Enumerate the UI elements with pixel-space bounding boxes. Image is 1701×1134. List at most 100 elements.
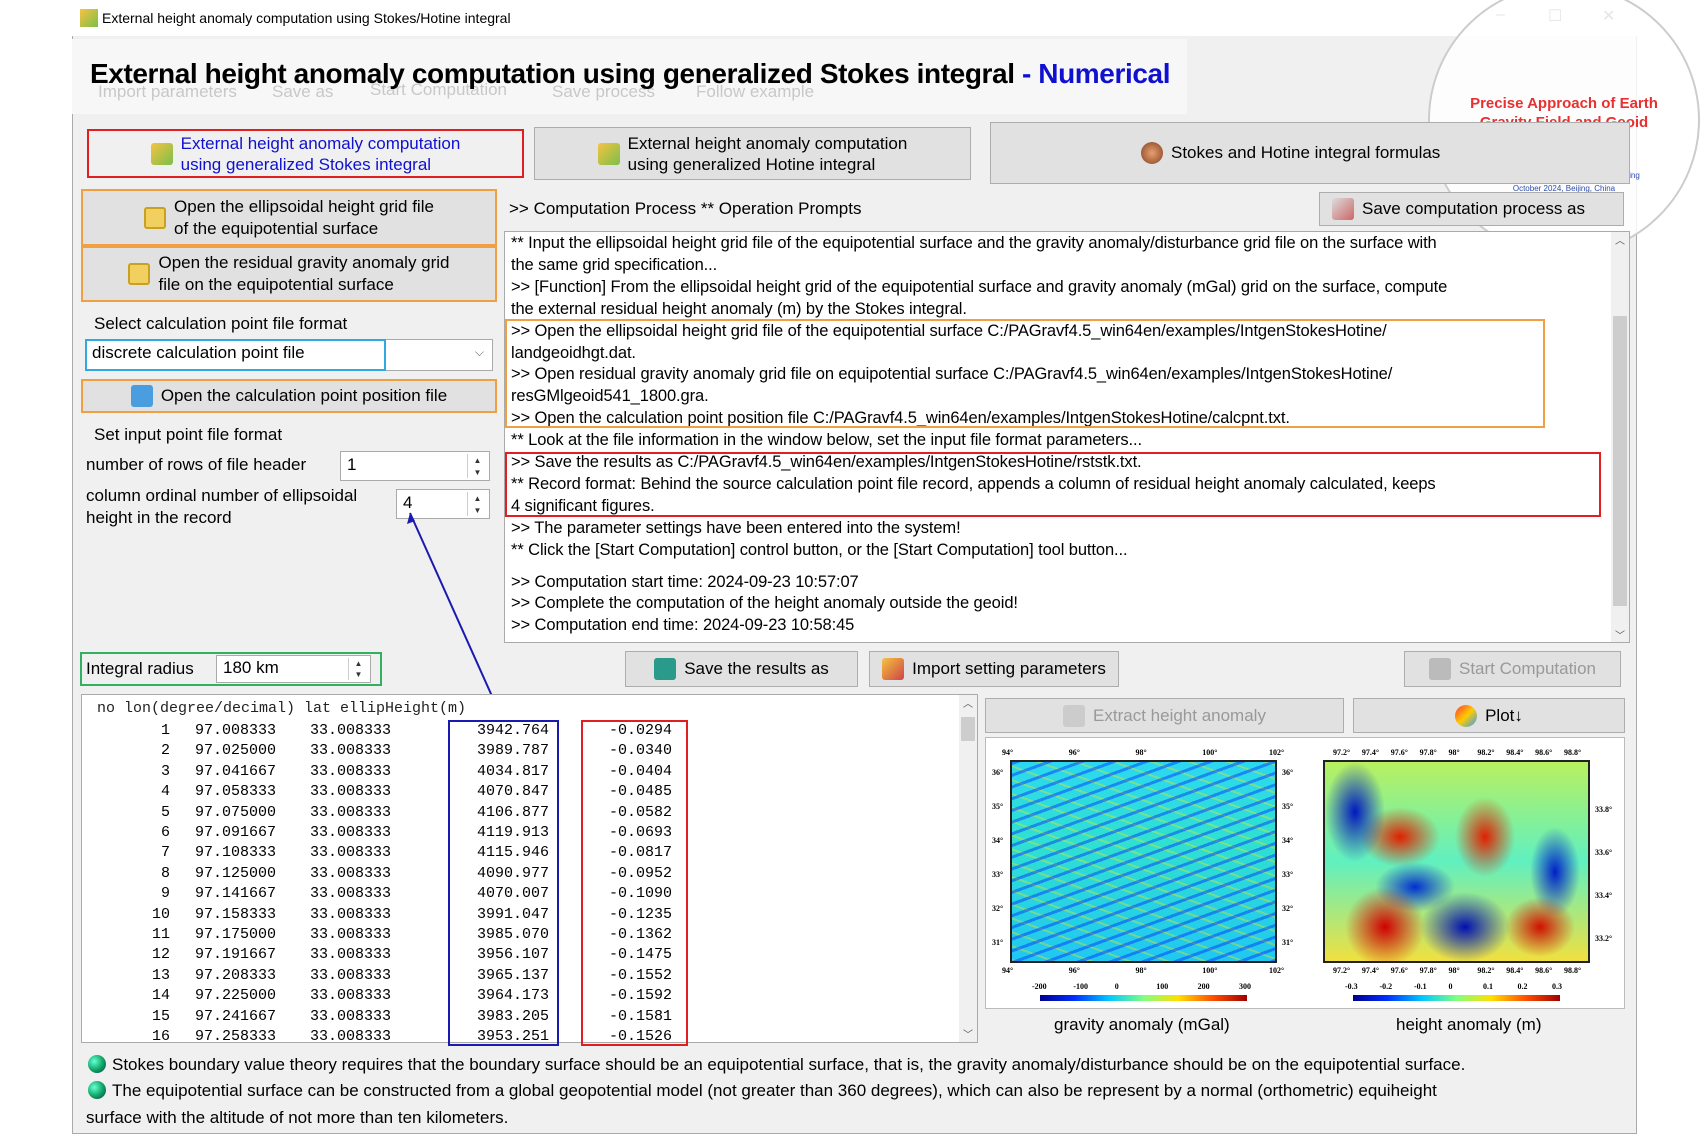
open-file-icon bbox=[144, 207, 166, 229]
row-lon: 97.225000 bbox=[195, 987, 276, 1004]
colorbar-label: 300 bbox=[1239, 982, 1251, 991]
row-no: 16 bbox=[152, 1028, 170, 1045]
open-gravity-label2: file on the equipotential surface bbox=[158, 274, 449, 296]
y-tick-left: 36° bbox=[992, 768, 1003, 777]
y-tick-right: 33.2° bbox=[1595, 934, 1612, 943]
row-lon: 97.108333 bbox=[195, 844, 276, 861]
gravity-caption: gravity anomaly (mGal) bbox=[1054, 1015, 1230, 1035]
row-lat: 33.008333 bbox=[310, 906, 391, 923]
logo-line1: Precise Approach of Earth bbox=[1430, 94, 1698, 113]
row-lon: 97.125000 bbox=[195, 865, 276, 882]
stokes-icon bbox=[151, 143, 173, 165]
row-lat: 33.008333 bbox=[310, 742, 391, 759]
save-process-button[interactable]: Save computation process as bbox=[1319, 192, 1624, 226]
extract-button[interactable]: Extract height anomaly bbox=[985, 698, 1344, 733]
open-gravity-label1: Open the residual gravity anomaly grid bbox=[158, 252, 449, 274]
input-format-label: Set input point file format bbox=[94, 425, 282, 445]
note-1-text: Stokes boundary value theory requires th… bbox=[112, 1055, 1465, 1074]
row-lon: 97.175000 bbox=[195, 926, 276, 943]
row-no: 3 bbox=[161, 763, 170, 780]
y-tick-right: 32° bbox=[1282, 904, 1293, 913]
row-lon: 97.041667 bbox=[195, 763, 276, 780]
tab-formulas[interactable]: Stokes and Hotine integral formulas bbox=[990, 122, 1630, 184]
x-tick-bottom: 97.6° bbox=[1391, 966, 1408, 975]
save-results-button[interactable]: Save the results as bbox=[625, 651, 858, 687]
radius-spinner[interactable]: ▲▼ bbox=[348, 658, 368, 680]
height-anomaly-map bbox=[1323, 760, 1590, 963]
import-params-button[interactable]: Import setting parameters bbox=[869, 651, 1119, 687]
column-input[interactable]: 4 ▲▼ bbox=[396, 489, 490, 519]
colorbar bbox=[1040, 995, 1247, 1001]
open-calc-point-button[interactable]: Open the calculation point position file bbox=[81, 379, 497, 413]
plot-label: Plot↓ bbox=[1485, 706, 1523, 726]
row-no: 10 bbox=[152, 906, 170, 923]
height-anomaly-column-highlight bbox=[581, 720, 688, 1046]
column-value: 4 bbox=[403, 493, 412, 512]
save-results-highlight bbox=[505, 452, 1601, 517]
row-lat: 33.008333 bbox=[310, 1028, 391, 1045]
y-tick-left: 33° bbox=[992, 870, 1003, 879]
plots-panel: 94°94°96°96°98°98°100°100°102°102°36°36°… bbox=[985, 737, 1625, 1009]
page-title: External height anomaly computation usin… bbox=[90, 58, 1170, 90]
tab-stokes[interactable]: External height anomaly computationusing… bbox=[87, 129, 524, 178]
x-tick-top: 97.4° bbox=[1362, 748, 1379, 757]
process-log[interactable]: ︿﹀ ** Input the ellipsoidal height grid … bbox=[504, 231, 1630, 643]
radius-input[interactable]: 180 km ▲▼ bbox=[216, 655, 371, 683]
table-header: no lon(degree/decimal) lat ellipHeight(m… bbox=[97, 700, 466, 717]
y-tick-left: 35° bbox=[992, 802, 1003, 811]
row-no: 5 bbox=[161, 804, 170, 821]
colorbar-label: 0 bbox=[1449, 982, 1453, 991]
row-no: 2 bbox=[161, 742, 170, 759]
x-tick-top: 100° bbox=[1202, 748, 1217, 757]
open-gravity-grid-button[interactable]: Open the residual gravity anomaly gridfi… bbox=[81, 246, 497, 302]
y-tick-right: 36° bbox=[1282, 768, 1293, 777]
tab-hotine[interactable]: External height anomaly computationusing… bbox=[534, 127, 971, 180]
import-params-label: Import setting parameters bbox=[912, 659, 1106, 679]
x-tick-bottom: 102° bbox=[1269, 966, 1284, 975]
log-line: ** Look at the file information in the w… bbox=[511, 431, 1142, 450]
colorbar-label: -0.1 bbox=[1414, 982, 1427, 991]
start-computation-button[interactable]: Start Computation bbox=[1404, 651, 1621, 687]
log-line: the external residual height anomaly (m)… bbox=[511, 300, 967, 319]
row-no: 7 bbox=[161, 844, 170, 861]
row-lon: 97.191667 bbox=[195, 946, 276, 963]
row-lon: 97.075000 bbox=[195, 804, 276, 821]
y-tick-right: 33° bbox=[1282, 870, 1293, 879]
row-lat: 33.008333 bbox=[310, 1008, 391, 1025]
log-scrollbar[interactable]: ︿﹀ bbox=[1611, 232, 1629, 642]
y-tick-right: 35° bbox=[1282, 802, 1293, 811]
process-header: >> Computation Process ** Operation Prom… bbox=[509, 199, 861, 219]
header-rows-spinner[interactable]: ▲▼ bbox=[467, 454, 487, 478]
page-title-suffix: - Numerical bbox=[1015, 58, 1170, 89]
log-line: ** Input the ellipsoidal height grid fil… bbox=[511, 234, 1437, 253]
row-no: 11 bbox=[152, 926, 170, 943]
x-tick-top: 96° bbox=[1069, 748, 1080, 757]
header-rows-input[interactable]: 1 ▲▼ bbox=[340, 451, 490, 481]
y-tick-left: 31° bbox=[992, 938, 1003, 947]
row-lon: 97.258333 bbox=[195, 1028, 276, 1045]
open-calc-label: Open the calculation point position file bbox=[161, 386, 447, 406]
x-tick-bottom: 96° bbox=[1069, 966, 1080, 975]
save-process-icon bbox=[1332, 198, 1354, 220]
tab-stokes-label2: using generalized Stokes integral bbox=[181, 154, 461, 175]
row-no: 15 bbox=[152, 1008, 170, 1025]
tab-formulas-label: Stokes and Hotine integral formulas bbox=[1171, 143, 1440, 163]
table-scrollbar[interactable]: ︿﹀ bbox=[959, 695, 977, 1042]
row-lon: 97.091667 bbox=[195, 824, 276, 841]
x-tick-bottom: 98.8° bbox=[1564, 966, 1581, 975]
header-rows-label: number of rows of file header bbox=[86, 455, 306, 475]
extract-label: Extract height anomaly bbox=[1093, 706, 1266, 726]
colorbar-label: 100 bbox=[1156, 982, 1168, 991]
row-lat: 33.008333 bbox=[310, 967, 391, 984]
row-lon: 97.141667 bbox=[195, 885, 276, 902]
colorbar-label: -0.3 bbox=[1345, 982, 1358, 991]
y-tick-left: 32° bbox=[992, 904, 1003, 913]
format-select-highlight bbox=[85, 339, 386, 371]
column-spinner[interactable]: ▲▼ bbox=[467, 492, 487, 516]
open-height-grid-button[interactable]: Open the ellipsoidal height grid fileof … bbox=[81, 189, 497, 246]
note-1: Stokes boundary value theory requires th… bbox=[88, 1055, 1465, 1075]
row-no: 1 bbox=[161, 722, 170, 739]
row-lon: 97.158333 bbox=[195, 906, 276, 923]
row-lat: 33.008333 bbox=[310, 824, 391, 841]
plot-button[interactable]: Plot↓ bbox=[1353, 698, 1625, 733]
